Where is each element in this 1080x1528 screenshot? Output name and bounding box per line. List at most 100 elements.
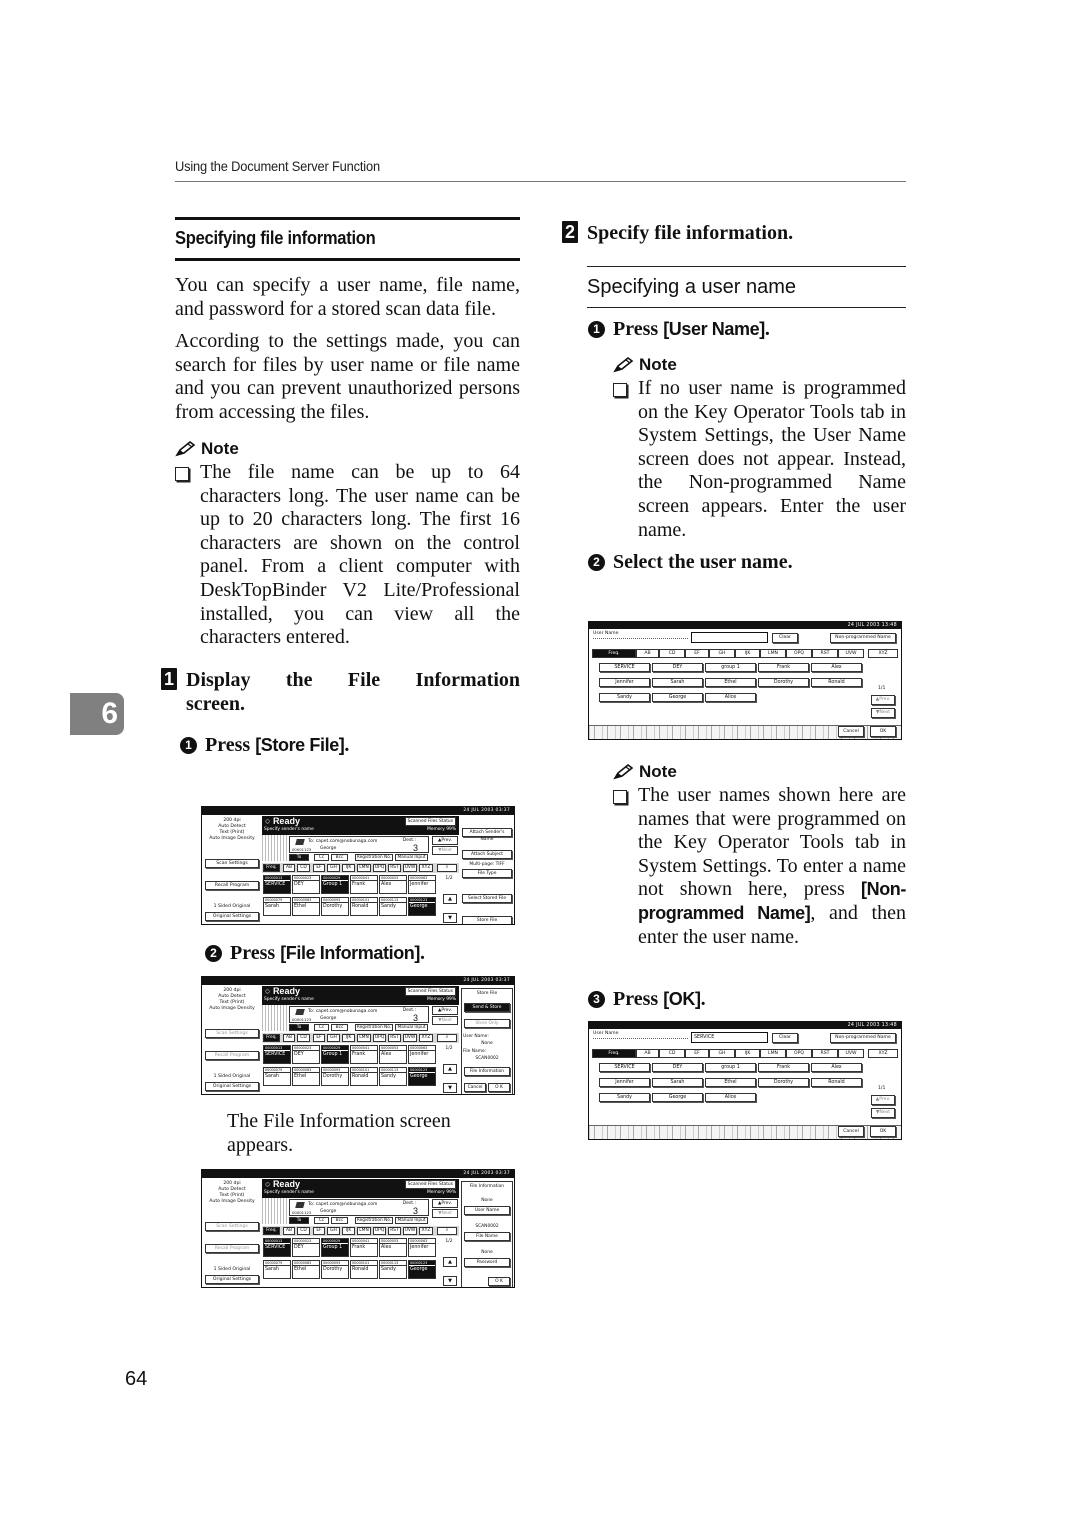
non-programmed-name-button[interactable]: Non-programmed Name: [830, 633, 896, 643]
tab-cd[interactable]: CD: [297, 864, 310, 872]
destination-cell[interactable]: 00000053 Alex: [379, 1045, 407, 1064]
clear-button[interactable]: Clear: [772, 1033, 798, 1043]
manual-input-button[interactable]: Manual Input: [395, 1024, 428, 1031]
destination-cell[interactable]: 00000113 Sandy: [379, 1260, 407, 1279]
tab-ab[interactable]: AB: [636, 649, 659, 658]
tab-cd[interactable]: CD: [297, 1227, 310, 1235]
tab-freq[interactable]: Freq.: [263, 1227, 280, 1235]
scanned-files-status-button[interactable]: Scanned Files Status: [404, 817, 456, 826]
tab-ef[interactable]: EF: [313, 864, 325, 872]
scroll-down-button[interactable]: ▼: [443, 1083, 457, 1093]
tab-cd[interactable]: CD: [659, 1049, 685, 1058]
cancel-button[interactable]: Cancel: [838, 1126, 864, 1137]
destination-cell[interactable]: 00000023 DEY: [292, 1045, 320, 1064]
user-name-cell[interactable]: Sarah: [652, 678, 703, 687]
tab-xyz[interactable]: XYZ: [419, 1227, 433, 1235]
user-name-cell[interactable]: Sandy: [599, 1093, 650, 1102]
user-name-cell[interactable]: SERVICE: [599, 663, 650, 672]
tab-cd[interactable]: CD: [297, 1034, 310, 1042]
file-name-button[interactable]: File Name: [464, 1232, 510, 1241]
destination-cell[interactable]: 00000029 Group 1: [321, 875, 349, 894]
search-button[interactable]: ⌕: [437, 1227, 457, 1235]
tab-lmn[interactable]: LMN: [760, 649, 786, 658]
tab-opq[interactable]: OPQ: [373, 1034, 386, 1042]
file-type-button[interactable]: File Type: [462, 869, 512, 878]
user-name-cell[interactable]: Dorothy: [758, 1078, 809, 1087]
send-and-store-button[interactable]: Send & Store: [464, 1003, 510, 1012]
destination-cell[interactable]: 00000063 Jennifer: [408, 875, 436, 894]
scanned-files-status-button[interactable]: Scanned Files Status: [404, 1180, 456, 1189]
tab-gh[interactable]: GH: [709, 649, 735, 658]
tab-uvw[interactable]: UVW: [838, 649, 864, 658]
ok-button[interactable]: OK: [870, 726, 896, 737]
destination-cell[interactable]: 00000101 Ronald: [350, 1260, 378, 1279]
registration-no-button[interactable]: Registration No.: [355, 854, 393, 861]
destination-cell[interactable]: 00000123 George: [408, 897, 436, 916]
destination-cell[interactable]: 00000079 Sarah: [263, 1260, 291, 1279]
tab-xyz[interactable]: XYZ: [419, 864, 433, 872]
user-name-cell[interactable]: Ronald: [811, 678, 862, 687]
scroll-up-button[interactable]: ▲: [443, 1257, 457, 1267]
tab-ijk[interactable]: IJK: [342, 1227, 355, 1235]
prev-button[interactable]: ▲Prev.: [432, 1006, 458, 1015]
cc-button[interactable]: Cc: [314, 1024, 329, 1031]
destination-cell[interactable]: 00000123 George: [408, 1260, 436, 1279]
destination-cell[interactable]: 00000023 DEY: [292, 875, 320, 894]
user-name-cell[interactable]: Ronald: [811, 1078, 862, 1087]
search-button[interactable]: ⌕: [437, 1034, 457, 1042]
destination-cell[interactable]: 00000053 Alex: [379, 875, 407, 894]
tab-lmn[interactable]: LMN: [760, 1049, 786, 1058]
destination-cell[interactable]: 00000041 Frank: [350, 1238, 378, 1257]
user-name-cell[interactable]: Sarah: [652, 1078, 703, 1087]
tab-rst[interactable]: RST: [812, 1049, 838, 1058]
store-file-button[interactable]: Store File: [462, 916, 512, 924]
bcc-button[interactable]: Bcc: [331, 854, 348, 861]
tab-rst[interactable]: RST: [388, 864, 401, 872]
tab-rst[interactable]: RST: [812, 649, 838, 658]
attach-subject-button[interactable]: Attach Subject: [462, 850, 512, 859]
tab-freq[interactable]: Freq.: [592, 649, 636, 658]
scanned-files-status-button[interactable]: Scanned Files Status: [404, 987, 456, 996]
tab-rst[interactable]: RST: [388, 1227, 401, 1235]
password-button[interactable]: Password: [464, 1258, 510, 1267]
tab-freq[interactable]: Freq.: [592, 1049, 636, 1058]
user-name-cell[interactable]: Ethel: [705, 678, 756, 687]
tab-gh[interactable]: GH: [709, 1049, 735, 1058]
cancel-button[interactable]: Cancel: [838, 726, 864, 737]
user-name-cell[interactable]: Alex: [811, 1063, 862, 1072]
scroll-down-button[interactable]: ▼: [443, 913, 457, 923]
next-button[interactable]: ▼Next: [871, 1108, 895, 1118]
scroll-down-button[interactable]: ▼: [443, 1276, 457, 1286]
user-name-cell[interactable]: George: [652, 1093, 703, 1102]
destination-cell[interactable]: 00000013 SERVICE: [263, 1045, 291, 1064]
destination-cell[interactable]: 00000023 DEY: [292, 1238, 320, 1257]
destination-cell[interactable]: 00000079 Sarah: [263, 897, 291, 916]
destination-cell[interactable]: 00000053 Alex: [379, 1238, 407, 1257]
tab-opq[interactable]: OPQ: [786, 649, 812, 658]
registration-no-button[interactable]: Registration No.: [355, 1024, 393, 1031]
ok-button[interactable]: O K: [488, 1277, 510, 1286]
tab-gh[interactable]: GH: [327, 864, 340, 872]
user-name-cell[interactable]: Ethel: [705, 1078, 756, 1087]
tab-gh[interactable]: GH: [327, 1034, 340, 1042]
destination-cell[interactable]: 00000041 Frank: [350, 875, 378, 894]
prev-button[interactable]: ▲Prev.: [871, 1095, 895, 1105]
user-name-cell[interactable]: Sandy: [599, 693, 650, 702]
bcc-button[interactable]: Bcc: [331, 1217, 348, 1224]
destination-cell[interactable]: 00000079 Sarah: [263, 1067, 291, 1086]
tab-ef[interactable]: EF: [313, 1227, 325, 1235]
destination-cell[interactable]: 00000083 Ethel: [292, 1067, 320, 1086]
tab-xyz[interactable]: XYZ: [868, 649, 898, 658]
prev-button[interactable]: ▲Prev.: [871, 695, 895, 705]
cc-button[interactable]: Cc: [314, 1217, 329, 1224]
destination-cell[interactable]: 00000013 SERVICE: [263, 875, 291, 894]
cc-button[interactable]: Cc: [314, 854, 329, 861]
user-name-input[interactable]: SERVICE: [691, 1032, 768, 1043]
destination-cell[interactable]: 00000093 Dorothy: [321, 897, 349, 916]
select-stored-file-button[interactable]: Select Stored File: [462, 894, 512, 903]
user-name-cell[interactable]: group 1: [705, 663, 756, 672]
destination-cell[interactable]: 00000123 George: [408, 1067, 436, 1086]
tab-ab[interactable]: AB: [283, 1227, 295, 1235]
user-name-cell[interactable]: Frank: [758, 1063, 809, 1072]
next-button[interactable]: ▼Next: [432, 1016, 458, 1025]
